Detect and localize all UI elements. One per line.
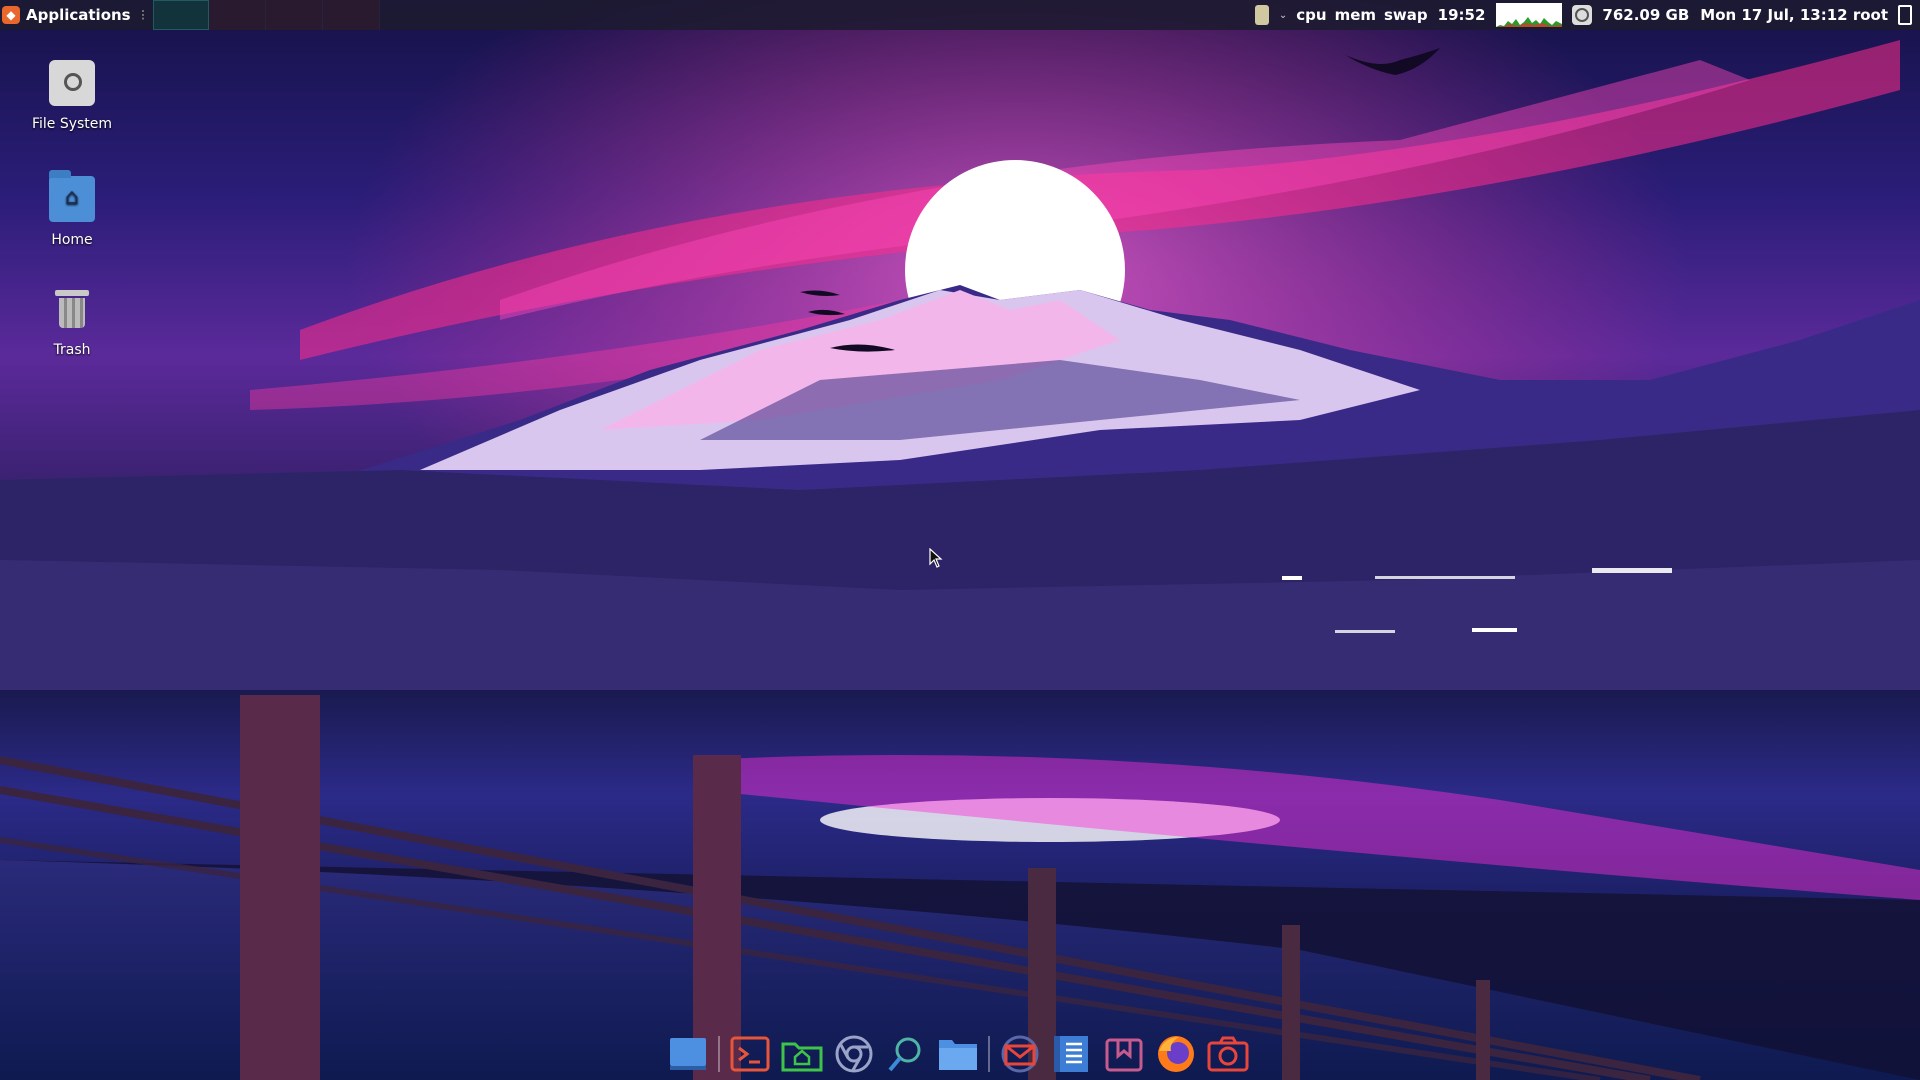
applications-logo-icon: ◆ xyxy=(2,6,20,24)
firefox-icon xyxy=(1158,1036,1194,1072)
workspace-switcher xyxy=(153,0,381,30)
mem-monitor[interactable]: mem xyxy=(1331,0,1380,30)
desktop-icon-trash[interactable]: Trash xyxy=(17,286,127,358)
document-icon xyxy=(1054,1036,1088,1072)
camera-icon xyxy=(1207,1036,1249,1072)
dock-chromium[interactable] xyxy=(832,1032,876,1076)
top-panel: ◆ Applications ⁝ ⌄ cpu mem swap 19:52 76… xyxy=(0,0,1920,30)
desktop-icon-label: Home xyxy=(51,232,93,248)
dock-home-folder[interactable] xyxy=(780,1032,824,1076)
dock-screenshot[interactable] xyxy=(1206,1032,1250,1076)
clock[interactable]: Mon 17 Jul, 13:12 root xyxy=(1694,0,1894,30)
dock-bookmarks[interactable] xyxy=(1102,1032,1146,1076)
dock-terminal[interactable] xyxy=(728,1032,772,1076)
desktop-icon-label: Trash xyxy=(53,342,91,358)
dock-separator xyxy=(718,1036,720,1072)
disk-free-readout: 762.09 GB xyxy=(1602,6,1690,24)
workspace-4[interactable] xyxy=(323,0,381,30)
clock-label: Mon 17 Jul, 13:12 xyxy=(1700,6,1848,24)
user-label: root xyxy=(1852,6,1888,24)
drive-icon xyxy=(49,60,95,106)
cpu-monitor[interactable]: cpu xyxy=(1292,0,1330,30)
desktop-wallpaper xyxy=(0,0,1920,1080)
dock-firefox[interactable] xyxy=(1154,1032,1198,1076)
mouse-pointer-icon xyxy=(929,548,943,568)
disk-monitor[interactable] xyxy=(1567,0,1597,30)
swap-monitor[interactable]: swap xyxy=(1380,0,1432,30)
network-monitor[interactable] xyxy=(1491,0,1567,30)
terminal-icon xyxy=(730,1036,770,1072)
mail-icon xyxy=(1001,1035,1039,1073)
desktop-icon-home[interactable]: Home xyxy=(17,170,127,248)
workspace-2[interactable] xyxy=(209,0,267,30)
dock-mail[interactable] xyxy=(998,1032,1042,1076)
clipboard-icon[interactable] xyxy=(1898,5,1912,25)
dock-show-desktop[interactable] xyxy=(666,1032,710,1076)
tray-expand[interactable]: ⌄ xyxy=(1274,0,1292,30)
uptime-readout: 19:52 xyxy=(1437,6,1486,24)
bookmark-icon xyxy=(1105,1038,1143,1072)
swap-label: swap xyxy=(1384,6,1428,24)
mem-label: mem xyxy=(1334,6,1376,24)
dock-separator xyxy=(988,1036,990,1072)
desktop-icon-label: File System xyxy=(31,116,113,132)
chevron-down-icon[interactable]: ⌄ xyxy=(1279,10,1287,21)
drive-icon xyxy=(1572,5,1593,25)
home-folder-icon xyxy=(781,1042,823,1072)
system-tray[interactable] xyxy=(1250,0,1274,30)
desktop-icon xyxy=(670,1038,706,1070)
separator-icon: ⁝ xyxy=(140,6,146,24)
desktop-icon-file-system[interactable]: File System xyxy=(17,60,127,132)
browser-icon xyxy=(835,1035,873,1073)
home-folder-icon xyxy=(49,170,95,222)
cpu-label: cpu xyxy=(1296,6,1327,24)
folder-icon xyxy=(939,1040,977,1070)
workspace-1[interactable] xyxy=(153,0,210,30)
dock xyxy=(666,1030,1250,1078)
dock-text-editor[interactable] xyxy=(1050,1032,1094,1076)
applications-menu[interactable]: ◆ Applications ⁝ xyxy=(0,0,151,30)
network-graph xyxy=(1496,3,1563,27)
applications-label: Applications xyxy=(26,6,131,24)
tray-status-icon[interactable] xyxy=(1254,5,1269,25)
dock-files[interactable] xyxy=(936,1032,980,1076)
dock-search[interactable] xyxy=(884,1032,928,1076)
workspace-3[interactable] xyxy=(266,0,324,30)
trash-icon xyxy=(49,286,95,332)
search-icon xyxy=(888,1037,921,1072)
